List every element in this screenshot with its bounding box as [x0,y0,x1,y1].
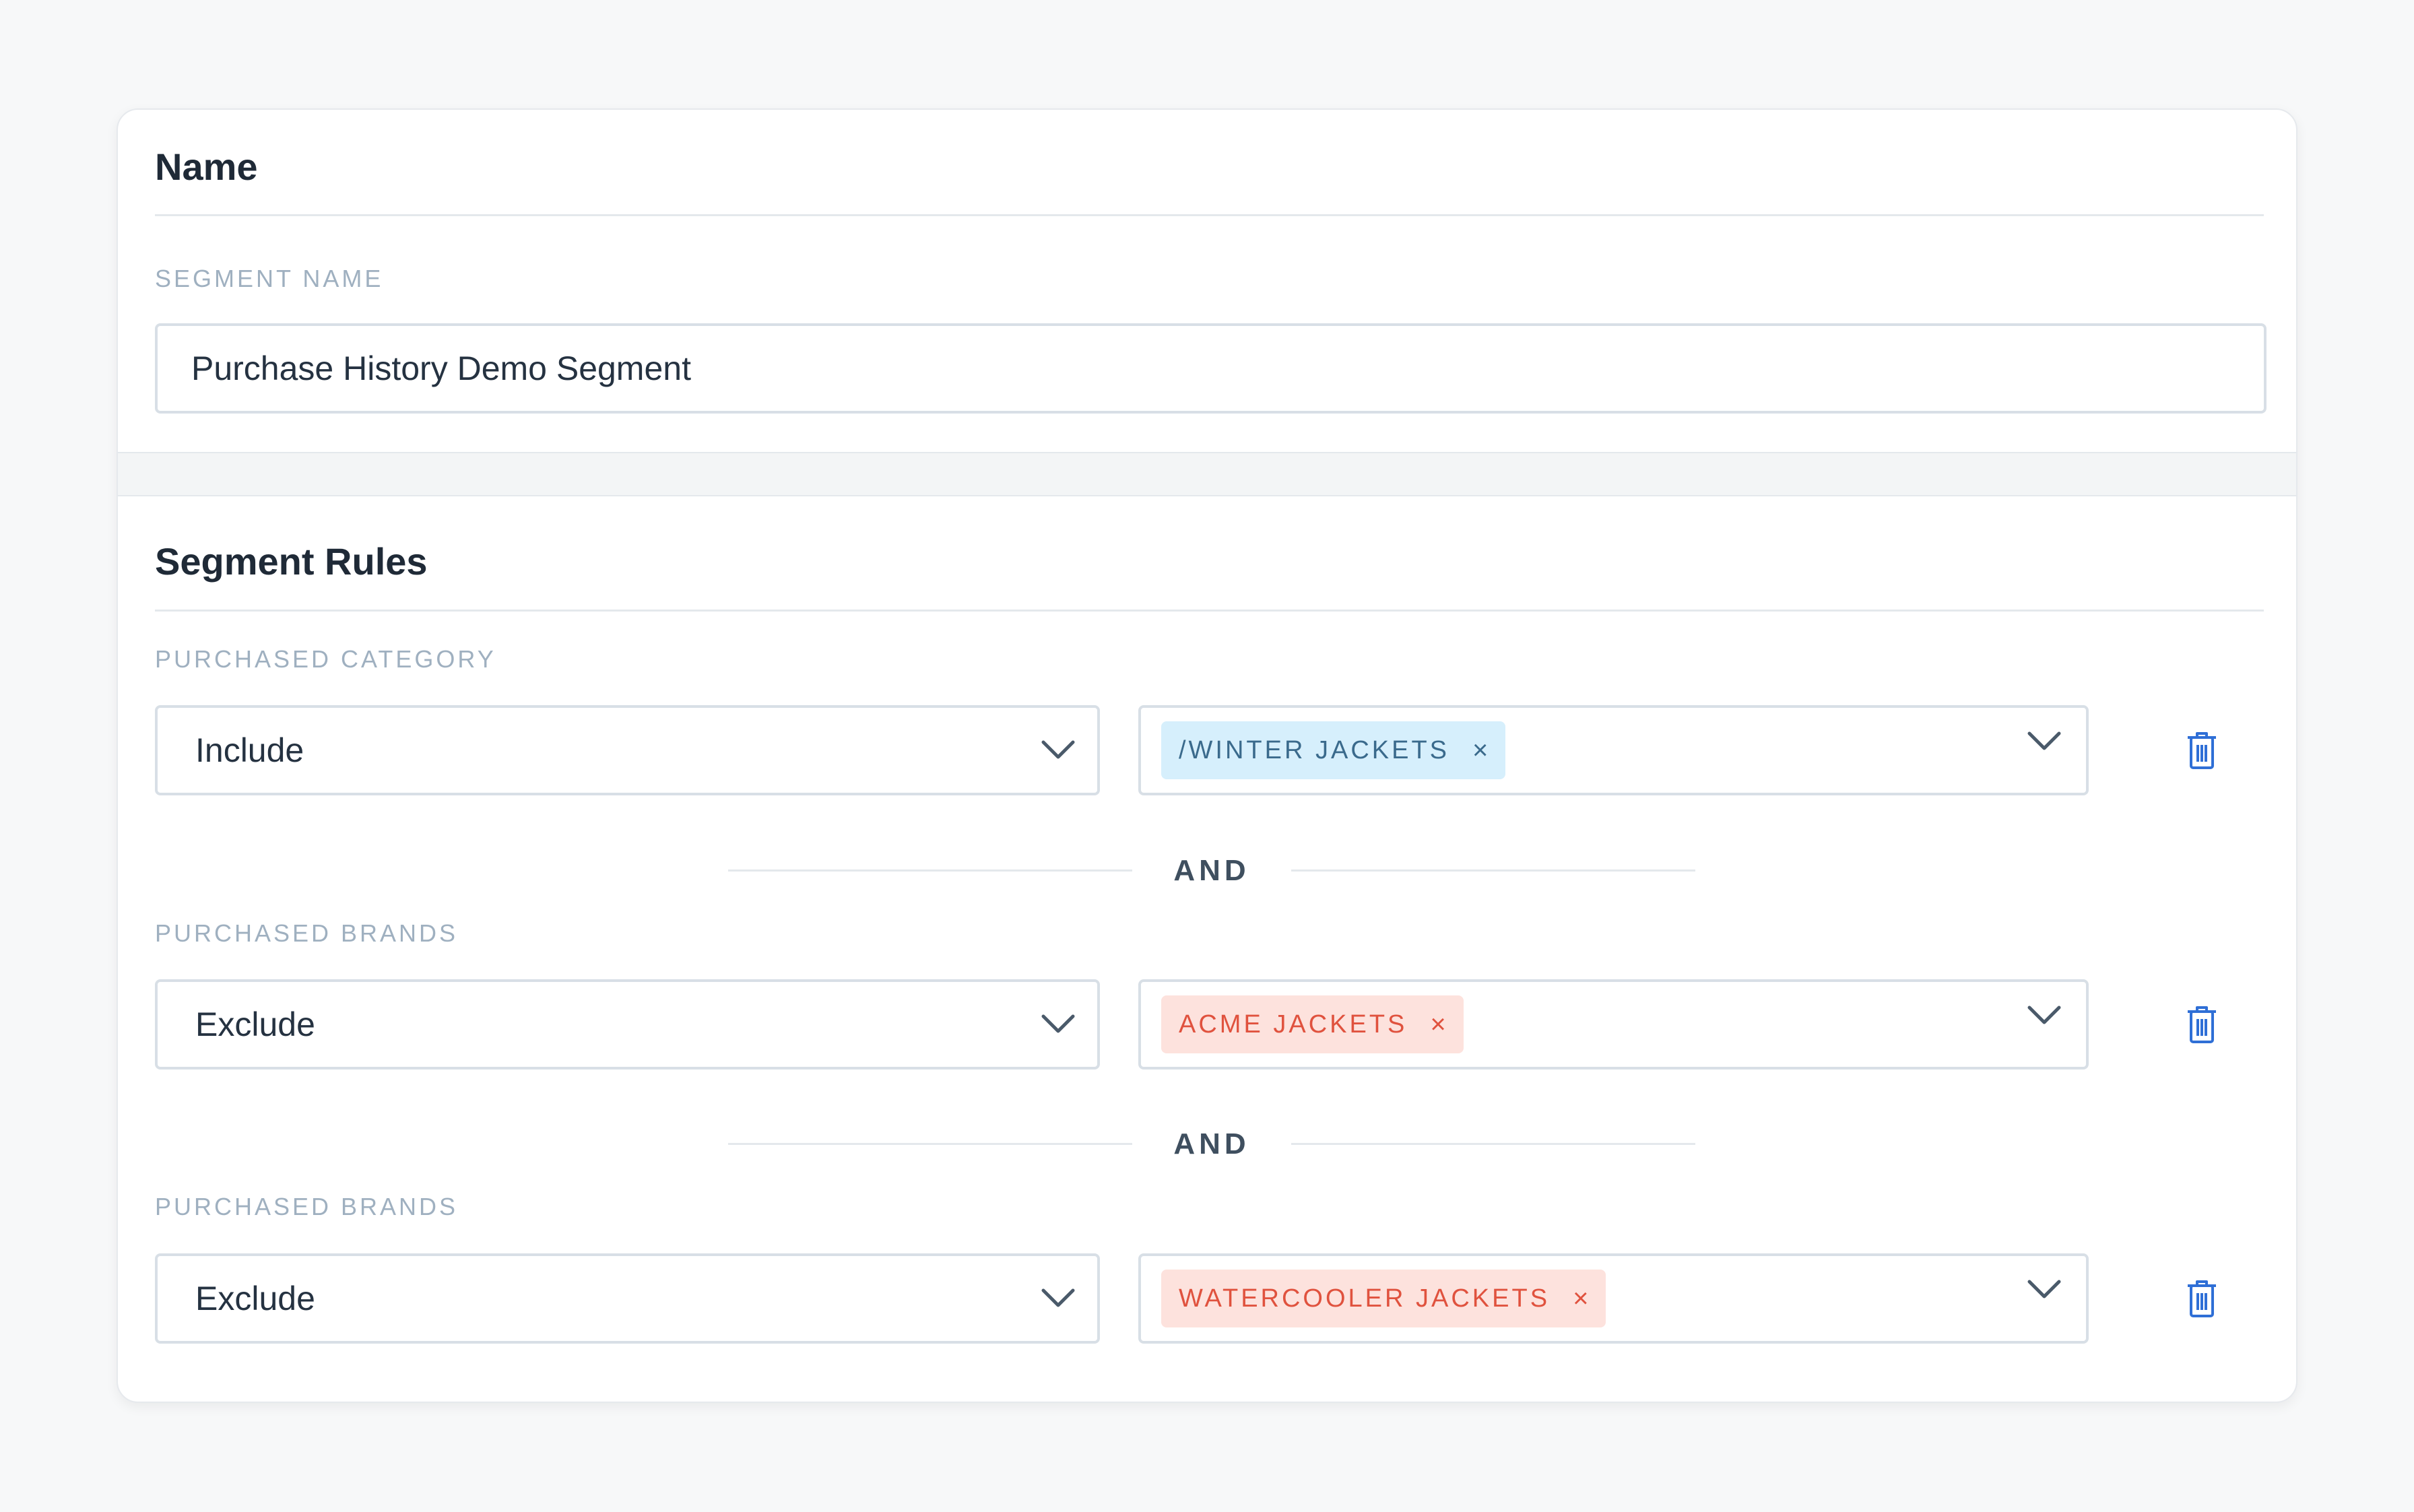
remove-tag-icon[interactable]: × [1430,1010,1445,1040]
rule-2-tag-label: ACME JACKETS [1179,1010,1408,1039]
rule-3-values-select[interactable]: WATERCOOLER JACKETS × [1138,1253,2089,1344]
rule-2-mode-value: Exclude [195,1006,315,1043]
rule-3-mode-value: Exclude [195,1280,315,1317]
rule-1-tag: /WINTER JACKETS × [1161,721,1506,779]
trash-icon[interactable] [2186,730,2218,770]
rule-1-values-select[interactable]: /WINTER JACKETS × [1138,705,2089,795]
rule-2-mode-select[interactable]: Exclude [155,979,1100,1070]
remove-tag-icon[interactable]: × [1472,735,1488,766]
rule-3-mode-select[interactable]: Exclude [155,1253,1100,1344]
section-separator [118,452,2296,496]
chevron-down-icon [2027,731,2061,750]
segment-name-label: SEGMENT NAME [155,265,384,292]
chevron-down-icon [2027,1006,2061,1024]
rule-2-tag: ACME JACKETS × [1161,995,1464,1053]
and-connector: AND [728,850,1695,890]
rule-1-mode-value: Include [195,731,304,769]
name-divider [155,214,2264,216]
rule-1-tag-label: /WINTER JACKETS [1179,735,1450,764]
rule-2-label: PURCHASED BRANDS [155,919,459,947]
segment-rules-title: Segment Rules [155,540,428,583]
chevron-down-icon [2027,1280,2061,1299]
rule-2-values-select[interactable]: ACME JACKETS × [1138,979,2089,1070]
trash-icon[interactable] [2186,1004,2218,1045]
chevron-down-icon [1041,1288,1075,1307]
trash-icon[interactable] [2186,1278,2218,1319]
segment-name-input[interactable] [155,323,2266,414]
rule-3-label: PURCHASED BRANDS [155,1193,459,1220]
rule-3-tag-label: WATERCOOLER JACKETS [1179,1284,1551,1313]
and-connector: AND [728,1123,1695,1164]
segment-editor-card: Name SEGMENT NAME Segment Rules PURCHASE… [117,108,2297,1403]
chevron-down-icon [1041,740,1075,759]
remove-tag-icon[interactable]: × [1573,1284,1588,1314]
rule-1-mode-select[interactable]: Include [155,705,1100,795]
rule-1-label: PURCHASED CATEGORY [155,645,496,673]
rules-divider [155,610,2264,612]
rule-3-tag: WATERCOOLER JACKETS × [1161,1270,1606,1327]
chevron-down-icon [1041,1014,1075,1033]
name-section-title: Name [155,145,258,188]
